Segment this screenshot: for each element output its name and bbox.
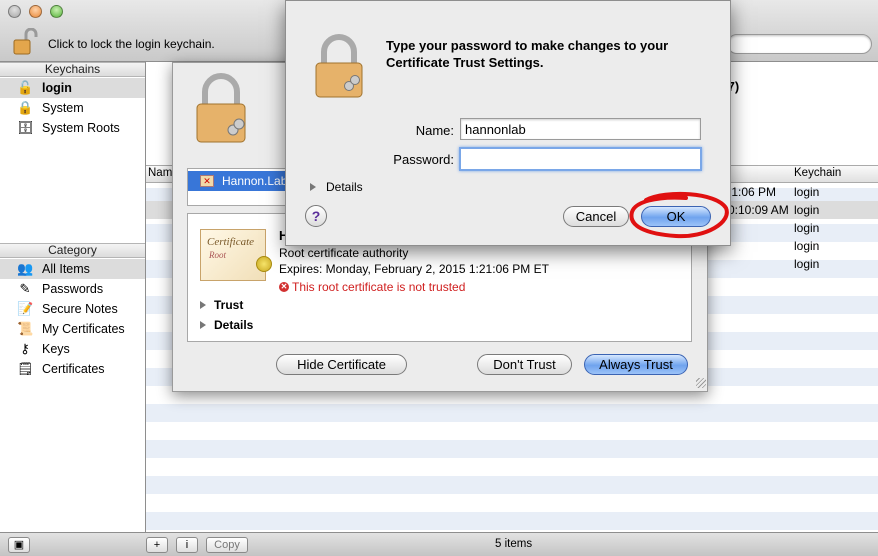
search-field[interactable] — [727, 34, 872, 54]
row-keychain: login — [794, 257, 820, 271]
row-keychain: login — [794, 185, 820, 199]
name-label: Name: — [415, 123, 454, 138]
cancel-button[interactable]: Cancel — [563, 206, 629, 227]
copy-button[interactable]: Copy — [206, 537, 248, 553]
trust-disclosure-label[interactable]: Trust — [214, 298, 243, 312]
sidebar-item-label: System Roots — [42, 121, 120, 135]
sidebar: Keychains 🔓 login 🔒 System 🗄 System Root… — [0, 62, 146, 532]
sidebar-item-keys[interactable]: ⚷ Keys — [0, 339, 145, 359]
trust-disclosure-triangle-icon[interactable] — [200, 301, 206, 309]
password-dialog-title: Type your password to make changes to yo… — [386, 38, 669, 70]
ok-button[interactable]: OK — [641, 206, 711, 227]
unlocked-lock-icon: 🔓 — [17, 80, 34, 95]
sidebar-item-system-roots[interactable]: 🗄 System Roots — [0, 118, 145, 138]
show-hide-sidebar-button[interactable]: ▣ — [8, 537, 30, 553]
certificate-expiry: Expires: Monday, February 2, 2015 1:21:0… — [279, 262, 549, 276]
sidebar-item-login[interactable]: 🔓 login — [0, 78, 145, 98]
sidebar-item-passwords[interactable]: ✎ Passwords — [0, 279, 145, 299]
details-disclosure-triangle-icon[interactable] — [310, 183, 316, 191]
keychains-header: Keychains — [0, 62, 145, 77]
minimize-window-button[interactable] — [29, 5, 42, 18]
sidebar-item-all-items[interactable]: 👥 All Items — [0, 259, 145, 279]
sidebar-item-label: All Items — [42, 262, 90, 276]
details-disclosure-triangle-icon[interactable] — [200, 321, 206, 329]
padlock-icon — [315, 34, 363, 98]
hide-certificate-button[interactable]: Hide Certificate — [276, 354, 407, 375]
sidebar-item-label: Secure Notes — [42, 302, 118, 316]
certificate-list-item[interactable]: ✕ Hannon.Lab — [188, 171, 288, 191]
row-keychain: login — [794, 221, 820, 235]
lock-keychain-label[interactable]: Click to lock the login keychain. — [48, 37, 215, 51]
name-field[interactable] — [460, 118, 701, 140]
column-keychain-header[interactable]: Keychain — [794, 167, 841, 179]
column-name-header[interactable]: Nam — [148, 167, 172, 179]
people-icon: 👥 — [17, 261, 34, 276]
password-label: Password: — [393, 152, 454, 167]
certificate-error-message: This root certificate is not trusted — [292, 280, 466, 294]
sidebar-item-label: System — [42, 101, 84, 115]
bottom-bar: ▣ + i Copy 5 items — [0, 532, 878, 556]
seal-icon — [256, 256, 272, 272]
unlocked-padlock-icon[interactable] — [12, 28, 38, 56]
row-keychain: login — [794, 203, 820, 217]
always-trust-button[interactable]: Always Trust — [584, 354, 688, 375]
error-icon: ✕ — [279, 282, 289, 292]
help-button[interactable]: ? — [305, 205, 327, 227]
row-date: 0:10:09 AM — [728, 203, 789, 217]
details-disclosure-label[interactable]: Details — [214, 318, 253, 332]
sidebar-item-my-certificates[interactable]: 📜 My Certificates — [0, 319, 145, 339]
lock-icon: 🔒 — [17, 100, 34, 115]
sidebar-item-system[interactable]: 🔒 System — [0, 98, 145, 118]
sidebar-item-label: login — [42, 81, 72, 95]
dont-trust-button[interactable]: Don't Trust — [477, 354, 572, 375]
close-window-button[interactable] — [8, 5, 21, 18]
sidebar-item-label: Keys — [42, 342, 70, 356]
details-disclosure-label[interactable]: Details — [326, 180, 363, 194]
certificate-type: Root certificate authority — [279, 246, 409, 260]
padlock-icon — [196, 73, 246, 143]
certificate-name: Hannon.Lab — [222, 174, 288, 188]
zoom-window-button[interactable] — [50, 5, 63, 18]
certificate-image-subtitle: Root — [209, 250, 226, 260]
sidebar-item-label: Certificates — [42, 362, 105, 376]
row-date: :1:06 PM — [728, 185, 777, 199]
certificate-icon: 📜 — [17, 321, 34, 336]
resize-grip-icon[interactable] — [696, 378, 706, 388]
sidebar-item-label: My Certificates — [42, 322, 125, 336]
password-field[interactable] — [459, 147, 702, 171]
sidebar-item-label: Passwords — [42, 282, 104, 296]
certificate-list-icon: 🗒 — [17, 361, 34, 376]
sidebar-item-certificates[interactable]: 🗒 Certificates — [0, 359, 145, 379]
key-icon: ⚷ — [20, 341, 30, 356]
cabinet-icon: 🗄 — [17, 120, 34, 135]
untrusted-certificate-icon: ✕ — [200, 175, 214, 187]
note-icon: 📝 — [17, 301, 34, 316]
row-keychain: login — [794, 239, 820, 253]
item-count-status: 5 items — [495, 538, 533, 550]
info-button[interactable]: i — [176, 537, 198, 553]
key-pencil-icon: ✎ — [19, 281, 31, 296]
category-header: Category — [0, 243, 145, 258]
add-item-button[interactable]: + — [146, 537, 168, 553]
sidebar-item-secure-notes[interactable]: 📝 Secure Notes — [0, 299, 145, 319]
certificate-image-title: Certificate — [207, 236, 255, 248]
certificate-image: Certificate Root — [200, 229, 272, 281]
